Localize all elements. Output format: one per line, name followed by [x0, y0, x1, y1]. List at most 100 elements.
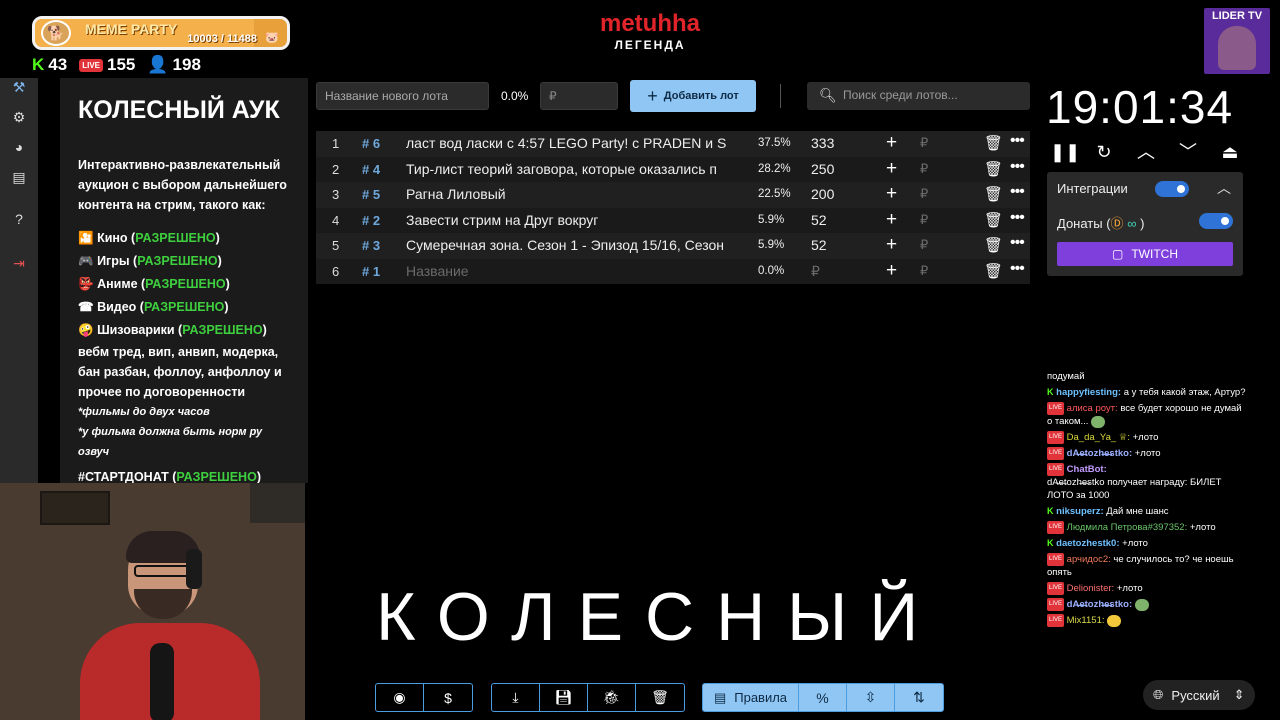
donation-alerts-icon: Ⓓ [1110, 216, 1124, 231]
integrations-toggle[interactable] [1155, 181, 1189, 197]
lot-name-input[interactable]: Завести стрим на Друг вокруг [406, 212, 739, 228]
lot-name-input[interactable]: Рагна Лиловый [406, 186, 739, 202]
rules-button[interactable]: ▤ Правила [703, 684, 799, 711]
lot-row: 5 # 3 Сумеречная зона. Сезон 1 - Эпизод … [316, 233, 1030, 259]
info-description: Интерактивно-развлекательный аукцион с в… [78, 158, 287, 212]
lot-amount[interactable]: 333 [811, 135, 834, 151]
category-item: 🤪 Шизоварики (РАЗРЕШЕНО) [78, 323, 267, 337]
lot-row: 2 # 4 Тир-лист теорий заговора, которые … [316, 156, 1030, 182]
streamer-brand: metuhha ЛЕГЕНДА [560, 10, 740, 52]
delete-icon[interactable]: 🗑︎ [984, 160, 1003, 178]
lot-amount[interactable]: 250 [811, 161, 834, 177]
add-amount-icon[interactable]: + [886, 209, 897, 231]
dollar-icon[interactable]: $ [424, 684, 472, 711]
live-icon: LIVE [1047, 553, 1065, 567]
lot-row: 3 # 5 Рагна Лиловый 22.5% 200 + ₽ 🗑︎ ••• [316, 182, 1030, 208]
extra-amount-input[interactable]: ₽ [920, 135, 928, 151]
reset-icon[interactable]: ↻ [1092, 140, 1116, 164]
add-amount-icon[interactable]: + [886, 260, 897, 282]
chat-message: LIVE Mix1151: [1047, 614, 1247, 628]
chevron-up-icon[interactable]: ︿ [1217, 178, 1231, 198]
add-amount-icon[interactable]: + [886, 158, 897, 180]
microphone [150, 643, 174, 720]
new-lot-name-input[interactable]: Название нового лота [316, 82, 489, 110]
chat-message: LIVE арчидос2: че случилось то? че ноешь… [1047, 553, 1234, 579]
lot-amount[interactable]: 200 [811, 186, 834, 202]
live-icon: LIVE [1047, 521, 1065, 535]
delete-icon[interactable]: 🗑︎ [984, 211, 1003, 229]
extra-amount-input[interactable]: ₽ [920, 237, 928, 253]
clipboard-icon[interactable]: ▤ [10, 168, 28, 186]
info-note-2: *у фильма должна быть норм ру озвуч [78, 426, 263, 458]
wheel-result-text: КОЛЕСНЫЙ [376, 579, 941, 655]
more-icon[interactable]: ••• [1010, 183, 1025, 201]
sort-icon[interactable]: ⇅ [895, 684, 943, 711]
meme-party-title: MEME PARTY [85, 21, 178, 37]
lot-row: 4 # 2 Завести стрим на Друг вокруг 5.9% … [316, 207, 1030, 233]
donations-toggle[interactable] [1199, 213, 1233, 229]
github-icon[interactable]: ◉ [376, 684, 424, 711]
gavel-icon[interactable]: ⚒ [10, 78, 28, 96]
delete-icon[interactable]: 🗑︎ [984, 185, 1003, 203]
twitch-button[interactable]: ▢ TWITCH [1057, 242, 1233, 266]
more-icon[interactable]: ••• [1010, 260, 1025, 278]
language-select[interactable]: 🌐︎ Русский ⇕ [1143, 680, 1255, 710]
compact-icon[interactable]: ⇳ [847, 684, 895, 711]
lot-name-input[interactable]: Сумеречная зона. Сезон 1 - Эпизод 15/16,… [406, 237, 739, 253]
delete-icon[interactable]: 🗑︎ [984, 262, 1003, 280]
new-lot-amount-input[interactable]: ₽ [540, 82, 618, 110]
help-icon[interactable]: ? [10, 210, 28, 228]
twitch-icon: ▢ [1112, 247, 1124, 261]
chevron-down-icon[interactable]: ﹀ [1176, 140, 1200, 164]
auction-timer: 19:01:34 [1046, 81, 1234, 133]
more-icon[interactable]: ••• [1010, 158, 1025, 176]
webcam-feed [0, 483, 305, 720]
percent-icon[interactable]: % [799, 684, 847, 711]
bug-icon[interactable]: 🐞︎ [588, 684, 636, 711]
lot-name-input[interactable]: Название [406, 263, 739, 279]
add-amount-icon[interactable]: + [886, 132, 897, 154]
download-icon[interactable]: ⤓ [492, 684, 540, 711]
add-amount-icon[interactable]: + [886, 183, 897, 205]
smile-emote-icon [1107, 614, 1122, 627]
lot-amount[interactable]: 52 [811, 237, 827, 253]
extra-amount-input[interactable]: ₽ [920, 263, 928, 279]
pie-chart-icon[interactable]: ◕ [10, 138, 28, 156]
lot-name-input[interactable]: Тир-лист теорий заговора, которые оказал… [406, 161, 739, 177]
more-icon[interactable]: ••• [1010, 132, 1025, 150]
pause-icon[interactable]: ❚❚ [1050, 140, 1080, 164]
new-lot-percent: 0.0% [501, 89, 529, 103]
more-icon[interactable]: ••• [1010, 209, 1025, 227]
extra-amount-input[interactable]: ₽ [920, 161, 928, 177]
live-icon: LIVE [1047, 431, 1065, 445]
chat-message: K daetozhestk0: +лото [1047, 538, 1148, 550]
gear-icon[interactable]: ⚙ [10, 108, 28, 126]
logout-icon[interactable]: ⇥ [10, 254, 28, 272]
category-item: 👺 Аниме (РАЗРЕШЕНО) [78, 277, 230, 291]
chevron-up-icon[interactable]: ︿ [1134, 140, 1158, 164]
search-lots-input[interactable]: 🔍︎ Поиск среди лотов... [807, 82, 1030, 110]
pepe-emote-icon [1091, 415, 1106, 428]
rules-icon: ▤ [713, 689, 727, 705]
extra-amount-input[interactable]: ₽ [920, 186, 928, 202]
delete-icon[interactable]: 🗑︎ [984, 134, 1003, 152]
add-amount-icon[interactable]: + [886, 234, 897, 256]
live-icon: LIVE [1047, 598, 1065, 612]
brand-subtitle: ЛЕГЕНДА [614, 38, 686, 52]
extra-amount-input[interactable]: ₽ [920, 212, 928, 228]
lot-amount[interactable]: ₽ [811, 263, 820, 280]
save-icon[interactable]: 💾︎ [540, 684, 588, 711]
category-item: ☎ Видео (РАЗРЕШЕНО) [78, 300, 229, 314]
more-icon[interactable]: ••• [1010, 234, 1025, 252]
delete-icon[interactable]: 🗑︎ [984, 236, 1003, 254]
double-chevron-up-icon[interactable]: ⏏ [1218, 140, 1242, 164]
chat-message: K niksuperz: Дай мне шанс [1047, 506, 1169, 518]
lot-name-input[interactable]: ласт вод ласки с 4:57 LEGO Party! с PRAD… [406, 135, 739, 151]
clear-list-icon[interactable]: 🗑︎ [636, 684, 684, 711]
add-lot-button[interactable]: + Добавить лот [630, 80, 756, 112]
info-note-1: *фильмы до двух часов [78, 406, 210, 418]
integrations-label: Интеграции [1057, 181, 1128, 196]
category-item: 🎮 Игры (РАЗРЕШЕНО) [78, 254, 222, 268]
lot-amount[interactable]: 52 [811, 212, 827, 228]
kick-icon: K [32, 55, 45, 74]
